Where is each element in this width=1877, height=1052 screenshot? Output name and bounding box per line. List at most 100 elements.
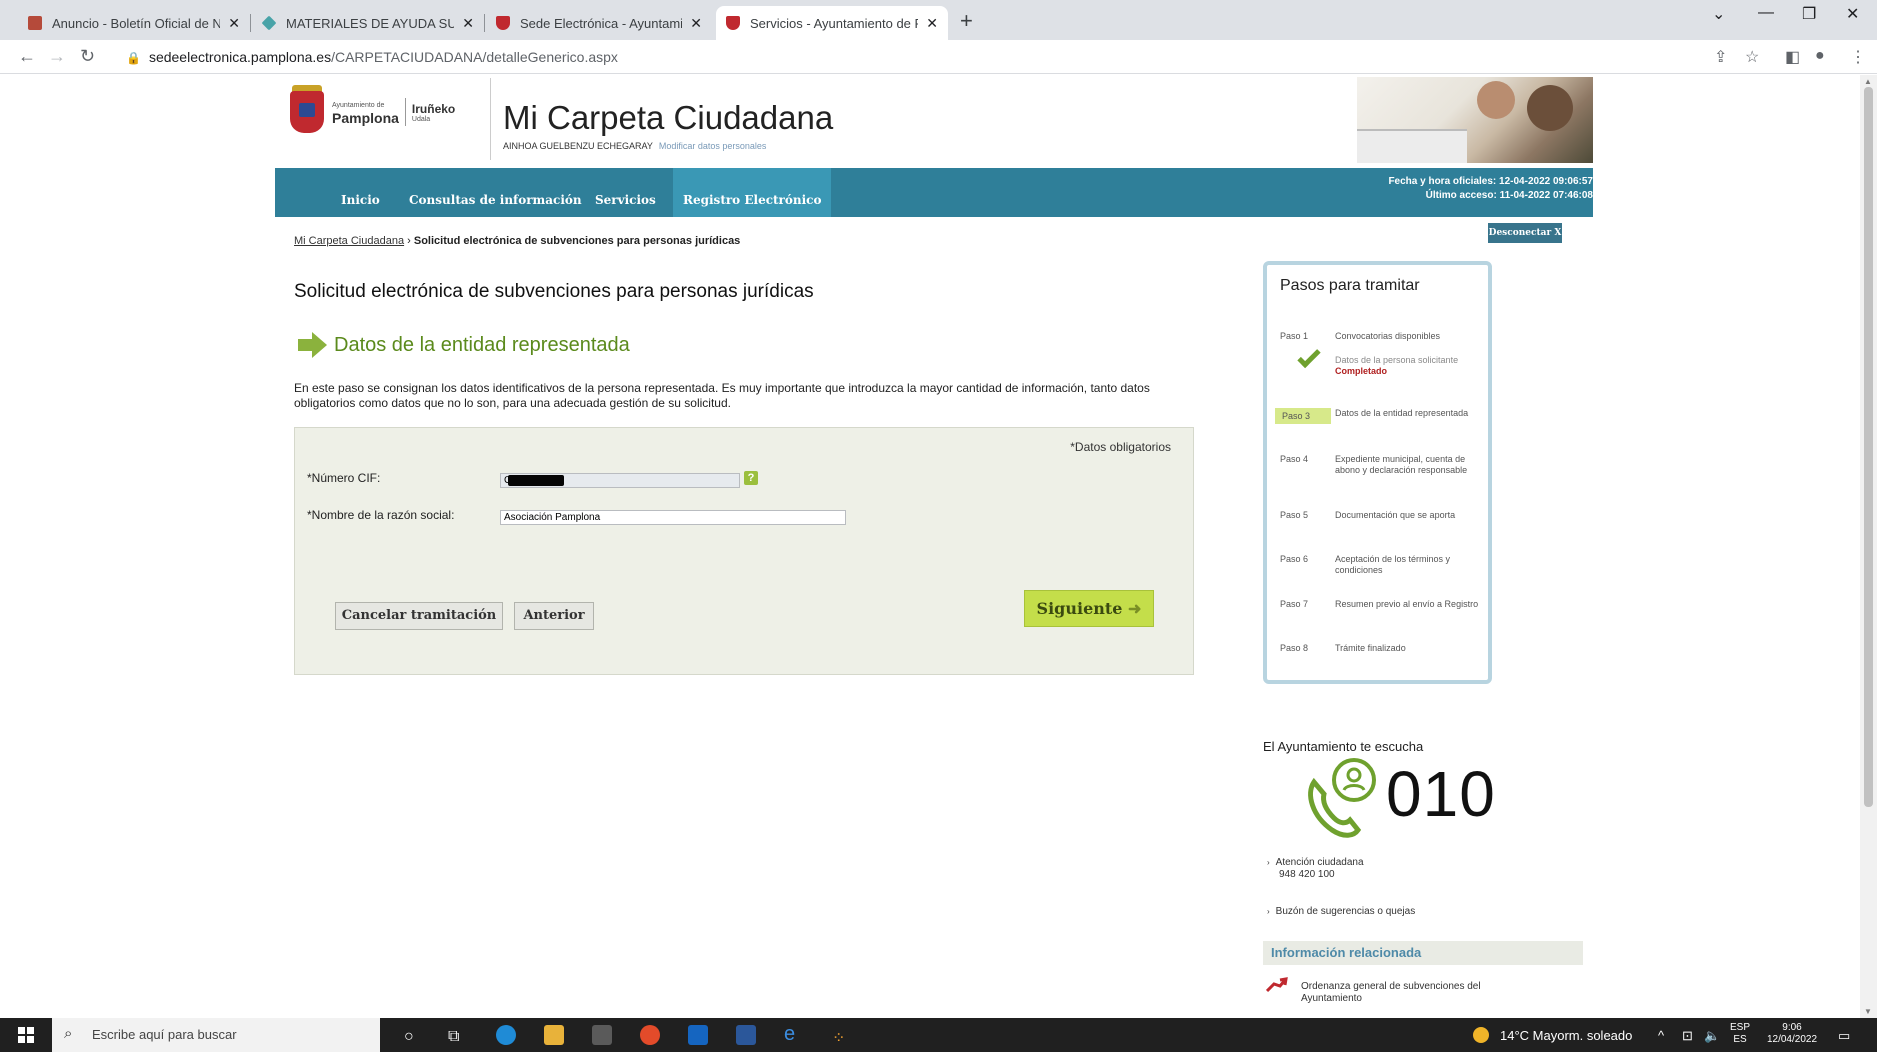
step-number: Paso 8 bbox=[1280, 643, 1309, 653]
notifications-icon[interactable]: ▭ bbox=[1838, 1028, 1850, 1044]
tab-search-icon[interactable]: ⌄ bbox=[1712, 4, 1725, 24]
document-icon bbox=[28, 16, 42, 30]
side-panel-icon[interactable]: ◧ bbox=[1785, 47, 1800, 67]
back-icon[interactable]: ← bbox=[18, 46, 36, 67]
pamplona-logo[interactable]: Ayuntamiento de Pamplona Iruñeko Udala bbox=[290, 91, 455, 133]
task-view-icon[interactable]: ⧉ bbox=[448, 1028, 459, 1046]
header-divider bbox=[490, 78, 491, 160]
close-icon[interactable]: ✕ bbox=[228, 15, 240, 32]
web-page: Ayuntamiento de Pamplona Iruñeko Udala M… bbox=[0, 75, 1860, 1018]
session-info: Fecha y hora oficiales: 12-04-2022 09:06… bbox=[1388, 175, 1593, 203]
steps-panel: Pasos para tramitar Paso 1 Convocatorias… bbox=[1263, 261, 1492, 684]
cortana-icon[interactable]: ○ bbox=[404, 1028, 414, 1046]
user-name: AINHOA GUELBENZU ECHEGARAY bbox=[503, 141, 653, 151]
close-icon[interactable]: ✕ bbox=[462, 15, 474, 32]
lock-icon: 🔒 bbox=[126, 51, 141, 65]
suggestions-label: Buzón de sugerencias o quejas bbox=[1275, 906, 1416, 917]
nav-servicios[interactable]: Servicios bbox=[595, 168, 656, 217]
scroll-up-icon[interactable]: ▲ bbox=[1864, 77, 1872, 86]
language-indicator[interactable]: ESP ES bbox=[1730, 1022, 1750, 1046]
phone-number-010: 010 bbox=[1386, 758, 1496, 830]
cif-label: *Número CIF: bbox=[307, 471, 381, 485]
shield-icon bbox=[290, 91, 324, 133]
nav-consultas[interactable]: Consultas de información bbox=[409, 168, 582, 217]
ordinance-link[interactable]: Ordenanza general de subvenciones del Ay… bbox=[1301, 981, 1521, 1005]
edge-icon[interactable] bbox=[496, 1025, 516, 1045]
page-scrollbar[interactable]: ▲ ▼ bbox=[1860, 75, 1877, 1018]
outlook-icon[interactable] bbox=[688, 1025, 708, 1045]
section-heading: Datos de la entidad representada bbox=[298, 332, 630, 358]
logo-divider bbox=[404, 98, 406, 126]
step-status: Completado bbox=[1335, 366, 1388, 376]
internet-explorer-icon[interactable]: e bbox=[784, 1023, 795, 1046]
url-field[interactable]: 🔒 sedeelectronica.pamplona.es/CARPETACIUD… bbox=[126, 49, 618, 65]
scroll-thumb[interactable] bbox=[1864, 87, 1873, 807]
store-icon[interactable] bbox=[592, 1025, 612, 1045]
scroll-down-icon[interactable]: ▼ bbox=[1864, 1007, 1872, 1016]
header-photo bbox=[1357, 77, 1593, 163]
taskbar-search[interactable]: ⌕ Escribe aquí para buscar bbox=[52, 1018, 380, 1052]
cancel-button[interactable]: Cancelar tramitación bbox=[335, 602, 503, 630]
taskbar-search-placeholder: Escribe aquí para buscar bbox=[92, 1027, 237, 1042]
close-icon[interactable]: ✕ bbox=[926, 15, 938, 32]
profile-icon[interactable]: ● bbox=[1815, 47, 1825, 65]
next-button[interactable]: Siguiente ➜ bbox=[1024, 590, 1154, 627]
person-shape bbox=[1477, 81, 1515, 119]
user-info: AINHOA GUELBENZU ECHEGARAY Modificar dato… bbox=[503, 141, 766, 151]
breadcrumb-current: Solicitud electrónica de subvenciones pa… bbox=[413, 235, 741, 247]
logo-basque-text: Iruñeko Udala bbox=[412, 102, 455, 123]
forward-icon[interactable]: → bbox=[48, 46, 66, 67]
chrome-icon[interactable] bbox=[640, 1025, 660, 1045]
clock-time: 9:06 bbox=[1782, 1022, 1802, 1033]
attention-link[interactable]: › Atención ciudadana 948 420 100 bbox=[1267, 857, 1364, 881]
tab-separator bbox=[484, 14, 485, 32]
close-icon[interactable]: ✕ bbox=[690, 15, 702, 32]
breadcrumb-home-link[interactable]: Mi Carpeta Ciudadana bbox=[294, 235, 404, 247]
browser-tab-4-active[interactable]: Servicios - Ayuntamiento de Pam ✕ bbox=[716, 6, 948, 40]
lang-top: ESP bbox=[1730, 1022, 1751, 1033]
browser-tab-1[interactable]: Anuncio - Boletín Oficial de Nav ✕ bbox=[18, 6, 250, 40]
close-window-icon[interactable]: ✕ bbox=[1846, 4, 1859, 24]
nav-inicio[interactable]: Inicio bbox=[341, 168, 380, 217]
suggestions-link[interactable]: › Buzón de sugerencias o quejas bbox=[1267, 906, 1415, 918]
weather-icon bbox=[1473, 1027, 1489, 1043]
step-number: Paso 5 bbox=[1280, 510, 1309, 520]
word-icon[interactable] bbox=[736, 1025, 756, 1045]
step-description: Documentación que se aporta bbox=[1335, 510, 1456, 520]
bullet-icon: › bbox=[1267, 858, 1270, 867]
help-icon[interactable]: ? bbox=[744, 471, 758, 485]
minimize-icon[interactable]: — bbox=[1758, 4, 1774, 22]
url-path: /CARPETACIUDADANA/detalleGenerico.aspx bbox=[331, 49, 618, 65]
share-icon[interactable]: ⇪ bbox=[1714, 47, 1727, 67]
logout-button[interactable]: Desconectar X bbox=[1488, 223, 1562, 243]
company-name-input[interactable] bbox=[500, 510, 846, 525]
nav-registro-electronico[interactable]: Registro Electrónico bbox=[673, 168, 832, 217]
tray-chevron-icon[interactable]: ^ bbox=[1658, 1028, 1664, 1043]
network-icon[interactable]: ⊡ bbox=[1682, 1028, 1693, 1044]
entity-form: *Datos obligatorios *Número CIF: ? *Nomb… bbox=[294, 427, 1194, 675]
step-description: Expediente municipal, cuenta de abono y … bbox=[1335, 454, 1468, 475]
browser-tab-bar: Anuncio - Boletín Oficial de Nav ✕ MATER… bbox=[0, 0, 1877, 40]
file-explorer-icon[interactable] bbox=[544, 1025, 564, 1045]
step-description: Convocatorias disponibles bbox=[1335, 331, 1441, 341]
volume-icon[interactable]: 🔈 bbox=[1704, 1028, 1720, 1044]
step-description: Datos de la persona solicitante Completa… bbox=[1335, 355, 1485, 377]
page-title: Solicitud electrónica de subvenciones pa… bbox=[294, 281, 814, 302]
browser-tab-2[interactable]: MATERIALES DE AYUDA SUBVEN ✕ bbox=[252, 6, 484, 40]
previous-button[interactable]: Anterior bbox=[514, 602, 594, 630]
modify-personal-data-link[interactable]: Modificar datos personales bbox=[659, 141, 767, 151]
weather-text[interactable]: 14°C Mayorm. soleado bbox=[1500, 1028, 1632, 1043]
last-access: Último acceso: 11-04-2022 07:46:08 bbox=[1425, 190, 1593, 201]
reload-icon[interactable]: ↻ bbox=[80, 46, 95, 67]
listen-title: El Ayuntamiento te escucha bbox=[1263, 739, 1424, 754]
browser-tab-3[interactable]: Sede Electrónica - Ayuntamiento ✕ bbox=[486, 6, 712, 40]
new-tab-icon[interactable]: + bbox=[960, 8, 973, 34]
apps-icon[interactable]: ⁘ bbox=[832, 1028, 845, 1048]
windows-start-icon[interactable] bbox=[18, 1027, 34, 1043]
shield-icon bbox=[496, 16, 510, 30]
clock[interactable]: 9:06 12/04/2022 bbox=[1762, 1022, 1822, 1046]
restore-icon[interactable]: ❐ bbox=[1802, 4, 1816, 24]
menu-icon[interactable]: ⋮ bbox=[1850, 47, 1866, 67]
bookmark-star-icon[interactable]: ☆ bbox=[1745, 47, 1759, 67]
url-domain: sedeelectronica.pamplona.es bbox=[148, 49, 332, 65]
